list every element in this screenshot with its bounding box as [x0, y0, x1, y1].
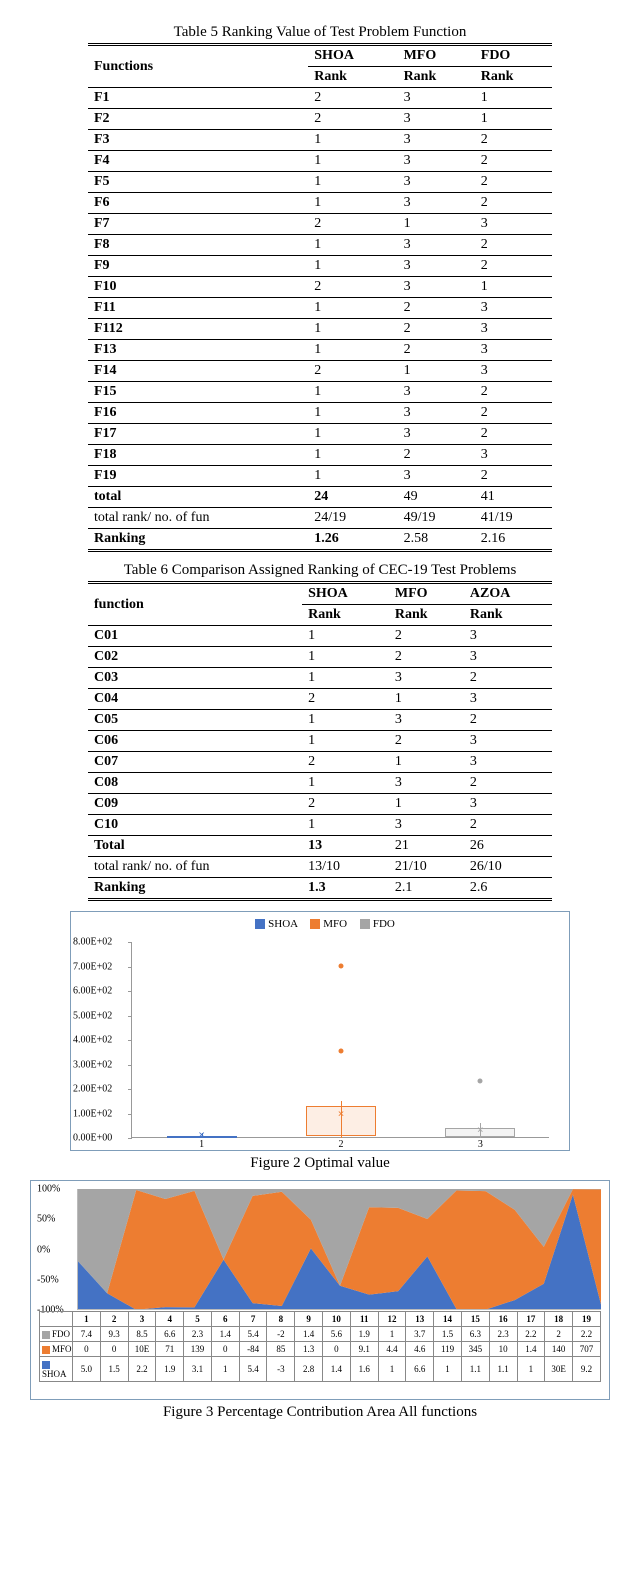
figure2-legend: SHOA MFO FDO	[71, 912, 569, 932]
y-tick-label: 100%	[37, 1184, 60, 1195]
y-tick-label: 8.00E+02	[73, 937, 112, 948]
x-tick-label: 3	[478, 1139, 483, 1150]
table5-caption: Table 5 Ranking Value of Test Problem Fu…	[30, 24, 610, 41]
figure3-chart: 100%50%0%-50%-100% 123456789101112131415…	[30, 1180, 610, 1400]
y-tick-label: 5.00E+02	[73, 1010, 112, 1021]
x-tick-label: 2	[339, 1139, 344, 1150]
y-tick-label: 0%	[37, 1244, 50, 1255]
legend-swatch-fdo	[360, 919, 370, 929]
legend-label: SHOA	[268, 918, 297, 930]
legend-label: MFO	[323, 918, 347, 930]
figure3-caption: Figure 3 Percentage Contribution Area Al…	[30, 1404, 610, 1421]
y-tick-label: 50%	[37, 1214, 55, 1225]
legend-swatch-shoa	[255, 919, 265, 929]
y-tick-label: 4.00E+02	[73, 1035, 112, 1046]
table6-caption: Table 6 Comparison Assigned Ranking of C…	[30, 562, 610, 579]
figure2-plot-area: 123×××	[131, 942, 549, 1138]
figure2-chart: SHOA MFO FDO 123××× 0.00E+00 1.00E+02 2.00…	[70, 911, 570, 1151]
y-tick-label: 1.00E+02	[73, 1108, 112, 1119]
y-tick-label: -50%	[37, 1274, 59, 1285]
y-tick-label: 7.00E+02	[73, 961, 112, 972]
figure2-caption: Figure 2 Optimal value	[30, 1155, 610, 1172]
legend-label: FDO	[373, 918, 395, 930]
table6: functionSHOAMFOAZOARankRankRankC01123C02…	[88, 581, 552, 901]
y-tick-label: 3.00E+02	[73, 1059, 112, 1070]
y-tick-label: 2.00E+02	[73, 1084, 112, 1095]
y-tick-label: 6.00E+02	[73, 986, 112, 997]
table5: FunctionsSHOAMFOFDORankRankRankF1231F223…	[88, 43, 552, 552]
y-tick-label: 0.00E+00	[73, 1133, 112, 1144]
figure3-plot-area	[77, 1189, 601, 1310]
legend-swatch-mfo	[310, 919, 320, 929]
figure3-data-table: 12345678910111213141516171819FDO7.49.38.…	[39, 1311, 601, 1382]
